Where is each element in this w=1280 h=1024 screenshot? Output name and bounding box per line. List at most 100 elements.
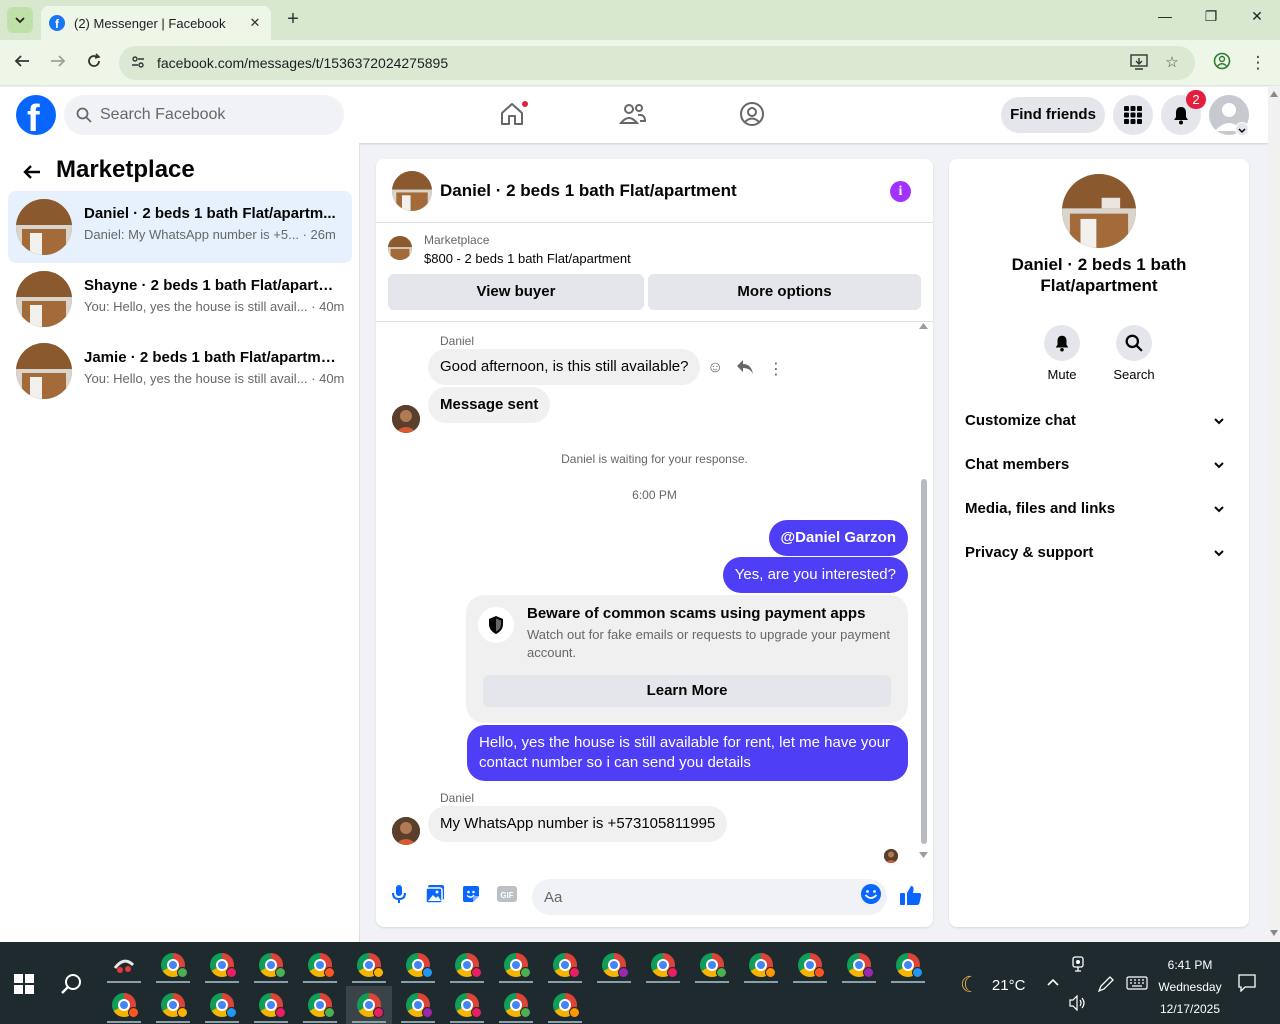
media-files-links-row[interactable]: Media, files and links — [957, 489, 1241, 529]
info-icon[interactable]: i — [890, 181, 911, 202]
profile-icon[interactable] — [1211, 52, 1233, 74]
page-scrollbar[interactable] — [1268, 87, 1280, 942]
outgoing-message[interactable]: Hello, yes the house is still available … — [467, 725, 908, 781]
reload-icon[interactable] — [83, 52, 105, 74]
incoming-message[interactable]: Message sent — [428, 387, 551, 423]
action-center-icon[interactable] — [1238, 974, 1256, 995]
pen-icon[interactable] — [1097, 975, 1115, 996]
chrome-window-icon[interactable] — [248, 986, 294, 1024]
chrome-window-icon[interactable] — [542, 986, 588, 1024]
minimize-icon[interactable]: — — [1150, 8, 1180, 24]
chrome-window-icon[interactable] — [101, 986, 147, 1024]
chrome-window-icon[interactable] — [346, 986, 392, 1024]
browser-tab-messenger[interactable]: f (2) Messenger | Facebook ✕ — [41, 6, 271, 40]
browser-menu-icon[interactable]: ⋮ — [1247, 52, 1269, 74]
chrome-window-icon[interactable] — [150, 986, 196, 1024]
more-icon[interactable]: ⋮ — [768, 359, 784, 379]
conversation-item[interactable]: Shayne · 2 beds 1 bath Flat/apartm... Yo… — [8, 263, 352, 335]
back-arrow-icon[interactable] — [11, 52, 33, 74]
find-friends-button[interactable]: Find friends — [1001, 97, 1105, 133]
chrome-window-icon[interactable] — [738, 946, 784, 984]
conversation-item[interactable]: Daniel · 2 beds 1 bath Flat/apartm... Da… — [8, 191, 352, 263]
more-options-button[interactable]: More options — [648, 274, 921, 310]
chrome-window-icon[interactable] — [836, 946, 882, 984]
keyboard-icon[interactable] — [1126, 976, 1148, 993]
account-chevron-icon[interactable] — [1235, 122, 1249, 136]
chat-listing-thumbnail[interactable] — [392, 171, 432, 211]
chrome-window-icon[interactable] — [150, 946, 196, 984]
chrome-window-icon[interactable] — [444, 986, 490, 1024]
chrome-window-icon[interactable] — [444, 946, 490, 984]
mute-button[interactable]: Mute — [1032, 325, 1092, 382]
chrome-window-icon[interactable] — [297, 946, 343, 984]
listing-image[interactable] — [1062, 174, 1136, 248]
customize-chat-row[interactable]: Customize chat — [957, 401, 1241, 441]
reply-icon[interactable] — [736, 359, 754, 380]
chrome-window-icon[interactable] — [297, 986, 343, 1024]
chrome-window-icon[interactable] — [248, 946, 294, 984]
chrome-window-icon[interactable] — [591, 946, 637, 984]
chrome-window-icon[interactable] — [493, 946, 539, 984]
daniel-avatar[interactable] — [392, 405, 420, 433]
install-app-icon[interactable] — [1129, 54, 1149, 72]
photo-gallery-icon[interactable] — [424, 883, 446, 905]
chrome-window-icon[interactable] — [493, 986, 539, 1024]
menu-grid-icon[interactable] — [1113, 95, 1153, 135]
tab-close-icon[interactable]: ✕ — [247, 15, 263, 31]
view-buyer-button[interactable]: View buyer — [388, 274, 644, 310]
sticker-icon[interactable] — [460, 883, 482, 905]
incoming-message[interactable]: My WhatsApp number is +573105811995 — [428, 806, 728, 842]
clock[interactable]: 6:41 PM Wednesday 12/17/2025 — [1152, 954, 1228, 1020]
address-bar[interactable]: facebook.com/messages/t/1536372024275895… — [119, 46, 1195, 80]
chrome-window-icon[interactable] — [395, 986, 441, 1024]
chrome-window-icon[interactable] — [395, 946, 441, 984]
windows-start-icon[interactable] — [14, 974, 34, 994]
listing-thumbnail[interactable] — [388, 236, 412, 260]
privacy-support-row[interactable]: Privacy & support — [957, 533, 1241, 573]
url-text[interactable]: facebook.com/messages/t/1536372024275895 — [157, 55, 448, 71]
chrome-window-icon[interactable] — [199, 946, 245, 984]
meet-now-icon[interactable] — [1070, 956, 1086, 975]
snipping-tool-icon[interactable] — [101, 946, 147, 984]
outgoing-message[interactable]: Yes, are you interested? — [722, 557, 908, 593]
chrome-window-icon[interactable] — [689, 946, 735, 984]
listing-price[interactable]: $800 - 2 beds 1 bath Flat/apartment — [424, 251, 631, 266]
facebook-logo-icon[interactable]: f — [16, 95, 56, 135]
weather-widget[interactable]: ☾ 21°C — [960, 972, 1025, 998]
restore-icon[interactable]: ❐ — [1196, 8, 1226, 25]
friends-icon[interactable] — [618, 101, 647, 129]
chrome-window-icon[interactable] — [640, 946, 686, 984]
forward-arrow-icon[interactable] — [47, 52, 69, 74]
bookmark-star-icon[interactable]: ☆ — [1162, 54, 1182, 72]
react-emoji-icon[interactable]: ☺ — [707, 359, 723, 377]
learn-more-button[interactable]: Learn More — [483, 675, 891, 707]
show-hidden-icons-chevron-icon[interactable] — [1046, 974, 1060, 990]
window-close-icon[interactable]: ✕ — [1242, 8, 1272, 25]
site-settings-icon[interactable] — [129, 54, 147, 72]
chrome-window-icon[interactable] — [346, 946, 392, 984]
gif-icon[interactable]: GIF — [496, 883, 518, 905]
groups-icon[interactable] — [739, 101, 767, 129]
facebook-search-input[interactable]: Search Facebook — [64, 95, 344, 135]
chrome-window-icon[interactable] — [542, 946, 588, 984]
search-in-conversation-button[interactable]: Search — [1104, 325, 1164, 382]
new-tab-plus-icon[interactable]: + — [283, 9, 303, 29]
scroll-thumb[interactable] — [921, 479, 927, 844]
chrome-window-icon[interactable] — [199, 986, 245, 1024]
daniel-avatar[interactable] — [392, 817, 420, 845]
chat-members-row[interactable]: Chat members — [957, 445, 1241, 485]
back-arrow-icon[interactable] — [22, 162, 42, 182]
conversation-item[interactable]: Jamie · 2 beds 1 bath Flat/apartment You… — [8, 335, 352, 407]
message-input[interactable] — [532, 879, 887, 915]
incoming-message[interactable]: Good afternoon, is this still available? — [428, 349, 701, 385]
taskbar-search-icon[interactable] — [60, 972, 84, 996]
like-thumb-icon[interactable] — [899, 883, 922, 905]
chrome-window-icon[interactable] — [885, 946, 931, 984]
thread-scrollbar[interactable] — [919, 319, 928, 864]
chat-title[interactable]: Daniel · 2 beds 1 bath Flat/apartment — [440, 181, 737, 201]
tab-search-chevron-icon[interactable] — [7, 7, 33, 33]
volume-icon[interactable] — [1069, 994, 1087, 1014]
emoji-icon[interactable] — [860, 883, 882, 905]
chrome-window-icon[interactable] — [787, 946, 833, 984]
microphone-icon[interactable] — [388, 883, 410, 905]
